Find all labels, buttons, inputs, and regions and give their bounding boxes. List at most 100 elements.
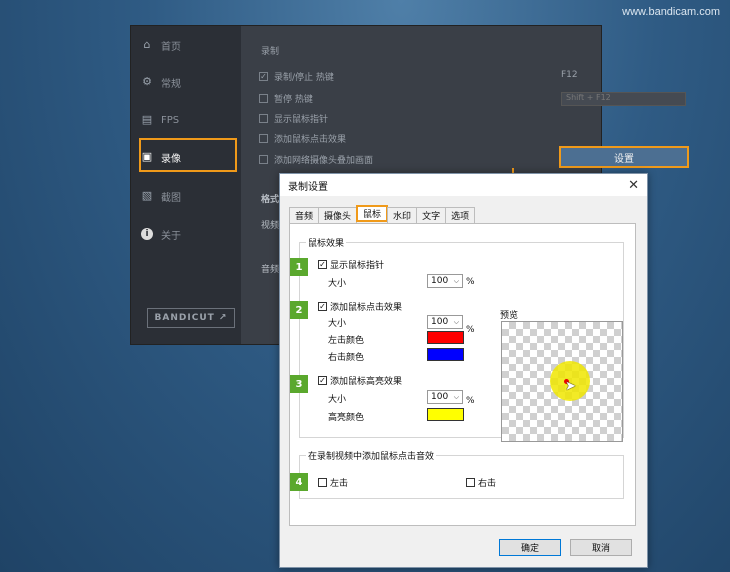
left-click-color-swatch[interactable] <box>427 331 464 344</box>
option-webcam-overlay[interactable]: 添加网络摄像头叠加画面 <box>259 153 373 166</box>
tab-options[interactable]: 选项 <box>445 207 476 224</box>
fps-icon: ▤ <box>141 113 153 126</box>
settings-button[interactable]: 设置 <box>559 146 689 168</box>
left-click-color-label: 左击颜色 <box>328 336 365 346</box>
mouse-effects-title: 鼠标效果 <box>306 236 347 249</box>
option-label: 录制/停止 热键 <box>274 73 334 83</box>
home-icon: ⌂ <box>143 38 151 51</box>
highlight-size-label: 大小 <box>328 395 347 405</box>
click-size-select[interactable]: 100 ⌵ <box>427 315 463 329</box>
highlight-effect-option[interactable]: ✓ 添加鼠标高亮效果 <box>318 374 402 387</box>
pause-hotkey-field[interactable]: Shift + F12 <box>561 92 686 106</box>
gear-icon: ⚙ <box>142 75 152 88</box>
percent-label: % <box>466 325 475 335</box>
image-icon: ▧ <box>141 189 153 202</box>
select-value: 100 <box>431 276 449 286</box>
checkbox[interactable]: ✓ <box>259 72 268 81</box>
right-click-sound-checkbox[interactable] <box>466 478 475 487</box>
mouse-tab-panel: 鼠标效果 1 ✓ 显示鼠标指针 大小 100 ⌵ % 2 ✓ 添加鼠标点击效果 大… <box>289 223 636 526</box>
sidebar-item-home[interactable]: ⌂ 首页 <box>141 32 236 58</box>
sidebar-item-label: 常规 <box>161 78 181 90</box>
right-click-color-label: 右击颜色 <box>328 353 365 363</box>
checkbox[interactable] <box>259 114 268 123</box>
percent-label: % <box>466 396 475 406</box>
option-click-effect[interactable]: 添加鼠标点击效果 <box>259 132 346 145</box>
option-pause-hotkey[interactable]: 暂停 热键 <box>259 92 313 105</box>
pointer-size-label: 大小 <box>328 279 347 289</box>
percent-label: % <box>466 277 475 287</box>
sidebar-item-screenshot[interactable]: ▧ 截图 <box>141 183 236 209</box>
audio-label: 音频 <box>261 265 280 275</box>
click-effect-option[interactable]: ✓ 添加鼠标点击效果 <box>318 300 402 313</box>
select-value: 100 <box>431 317 449 327</box>
tab-text[interactable]: 文字 <box>416 207 447 224</box>
highlight-effect-label: 添加鼠标高亮效果 <box>330 377 403 387</box>
checkbox[interactable] <box>259 94 268 103</box>
preview-area: ➤ <box>501 321 623 442</box>
video-nav-highlight <box>139 138 237 172</box>
chevron-down-icon: ⌵ <box>453 392 459 401</box>
close-icon[interactable]: ✕ <box>628 178 639 193</box>
sidebar-item-general[interactable]: ⚙ 常规 <box>141 69 236 95</box>
right-click-sound-option[interactable]: 右击 <box>466 476 496 489</box>
sidebar-item-about[interactable]: i 关于 <box>141 221 236 247</box>
watermark: www.bandicam.com <box>622 6 720 18</box>
highlight-color-label: 高亮颜色 <box>328 413 365 423</box>
click-sound-title: 在录制视频中添加鼠标点击音效 <box>306 449 437 462</box>
highlight-effect-checkbox[interactable]: ✓ <box>318 376 327 385</box>
record-hotkey-value: F12 <box>561 70 578 80</box>
highlight-color-swatch[interactable] <box>427 408 464 421</box>
bandicut-button[interactable]: BANDICUT ↗ <box>147 308 235 328</box>
tab-bar: 音频 摄像头 鼠标 水印 文字 选项 <box>289 205 476 224</box>
step-badge-1: 1 <box>290 258 308 276</box>
dialog-title: 录制设置 <box>288 181 328 193</box>
step-badge-2: 2 <box>290 301 308 319</box>
cursor-icon: ➤ <box>565 379 576 394</box>
sidebar-item-label: 截图 <box>161 192 181 204</box>
highlight-size-select[interactable]: 100 ⌵ <box>427 390 463 404</box>
tab-watermark[interactable]: 水印 <box>387 207 418 224</box>
pointer-size-select[interactable]: 100 ⌵ <box>427 274 463 288</box>
checkbox[interactable] <box>259 134 268 143</box>
show-pointer-label: 显示鼠标指针 <box>330 261 385 271</box>
checkbox[interactable] <box>259 155 268 164</box>
tab-mouse[interactable]: 鼠标 <box>356 205 389 222</box>
dialog-titlebar: 录制设置 ✕ <box>280 174 647 196</box>
left-click-sound-option[interactable]: 左击 <box>318 476 348 489</box>
video-label: 视频 <box>261 221 280 231</box>
right-click-sound-label: 右击 <box>478 479 497 489</box>
option-label: 添加网络摄像头叠加画面 <box>274 156 374 166</box>
chevron-down-icon: ⌵ <box>453 317 459 326</box>
ok-button[interactable]: 确定 <box>499 539 561 556</box>
format-label: 格式 <box>261 195 280 205</box>
option-label: 显示鼠标指针 <box>274 115 329 125</box>
tab-webcam[interactable]: 摄像头 <box>318 207 358 224</box>
tab-audio[interactable]: 音频 <box>289 207 320 224</box>
sidebar-item-label: 关于 <box>161 230 181 242</box>
info-icon: i <box>141 228 153 240</box>
record-section-title: 录制 <box>261 47 280 57</box>
step-badge-4: 4 <box>290 473 308 491</box>
click-effect-label: 添加鼠标点击效果 <box>330 303 403 313</box>
show-pointer-checkbox[interactable]: ✓ <box>318 260 327 269</box>
cancel-button[interactable]: 取消 <box>570 539 632 556</box>
option-record-hotkey[interactable]: ✓ 录制/停止 热键 <box>259 70 334 83</box>
sidebar-item-label: FPS <box>161 114 180 126</box>
sidebar-item-fps[interactable]: ▤ FPS <box>141 107 236 133</box>
select-value: 100 <box>431 392 449 402</box>
left-click-sound-checkbox[interactable] <box>318 478 327 487</box>
click-effect-checkbox[interactable]: ✓ <box>318 302 327 311</box>
preview-label: 预览 <box>500 311 519 321</box>
sidebar-item-label: 首页 <box>161 41 181 53</box>
show-pointer-option[interactable]: ✓ 显示鼠标指针 <box>318 258 384 271</box>
option-label: 添加鼠标点击效果 <box>274 135 347 145</box>
record-settings-dialog: 录制设置 ✕ 音频 摄像头 鼠标 水印 文字 选项 鼠标效果 1 ✓ 显示鼠标指… <box>279 173 648 568</box>
option-label: 暂停 热键 <box>274 95 313 105</box>
step-badge-3: 3 <box>290 375 308 393</box>
right-click-color-swatch[interactable] <box>427 348 464 361</box>
option-show-pointer[interactable]: 显示鼠标指针 <box>259 112 328 125</box>
click-size-label: 大小 <box>328 319 347 329</box>
chevron-down-icon: ⌵ <box>453 276 459 285</box>
sidebar: ⌂ 首页 ⚙ 常规 ▤ FPS ▣ 录像 ▧ 截图 i 关于 BANDICUT ↗ <box>131 26 241 344</box>
left-click-sound-label: 左击 <box>330 479 349 489</box>
